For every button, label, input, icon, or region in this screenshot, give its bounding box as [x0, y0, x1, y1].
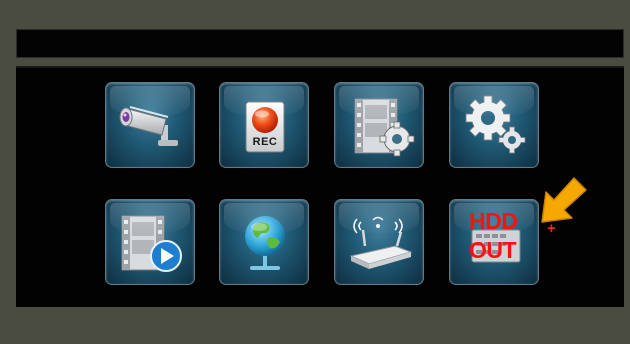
hdd-label-line2: OUT — [469, 237, 517, 263]
globe-icon — [245, 216, 285, 270]
rec-label: REC — [252, 136, 278, 148]
bottom-strip — [0, 307, 630, 344]
film-gear-icon — [354, 98, 415, 157]
top-strip — [0, 0, 630, 22]
record-tile[interactable]: REC — [219, 82, 309, 168]
network-tile[interactable] — [219, 199, 309, 285]
record-button-icon — [245, 101, 285, 153]
playback-tile[interactable] — [105, 199, 195, 285]
title-bar — [16, 29, 624, 58]
camera-tile[interactable] — [105, 82, 195, 168]
arrow-pointer-icon — [541, 177, 587, 223]
hdd-label-line1: HDD — [469, 208, 518, 234]
wifi-router-icon — [349, 216, 413, 269]
gears-icon — [465, 95, 526, 154]
film-play-icon — [121, 215, 182, 272]
wireless-tile[interactable] — [334, 199, 424, 285]
hdd-out-annotation: HDD OUT — [469, 207, 539, 265]
system-settings-tile[interactable] — [449, 82, 539, 168]
video-settings-tile[interactable] — [334, 82, 424, 168]
security-camera-icon — [119, 106, 178, 146]
